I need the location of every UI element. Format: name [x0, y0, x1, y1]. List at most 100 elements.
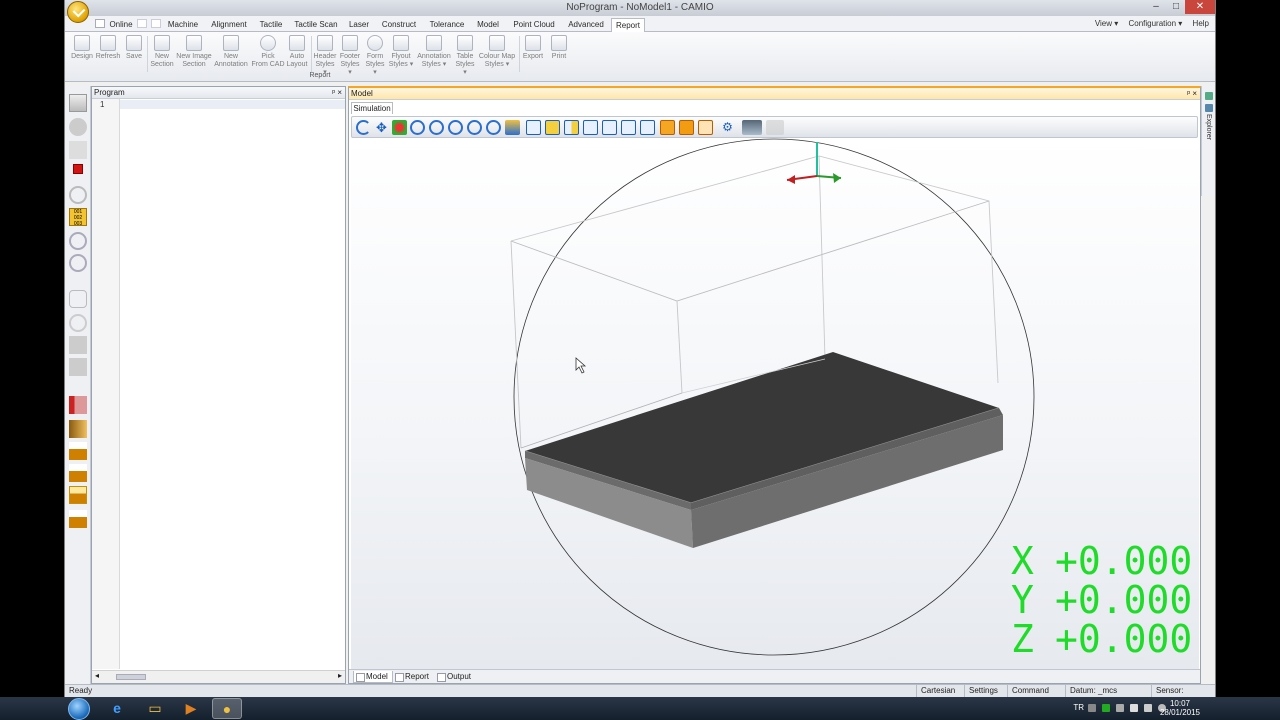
start-button-icon[interactable] — [68, 698, 90, 720]
header-styles-button[interactable]: Header Styles ▾ — [313, 35, 337, 77]
view-top-icon[interactable] — [583, 120, 598, 135]
tab-laser[interactable]: Laser — [345, 18, 373, 32]
zoom-in-icon[interactable] — [448, 120, 463, 135]
tab-report-view[interactable]: Report — [393, 671, 429, 682]
refresh-button[interactable]: Refresh — [95, 35, 121, 61]
scroll-left-icon[interactable]: ◂ — [95, 671, 99, 680]
tab-report[interactable]: Report — [611, 18, 645, 32]
status-settings[interactable]: Settings — [964, 685, 1006, 697]
zoom-out-icon[interactable] — [467, 120, 482, 135]
form-styles-button[interactable]: Form Styles ▾ — [363, 35, 387, 77]
status-command[interactable]: Command — [1007, 685, 1063, 697]
stop-icon[interactable] — [73, 164, 83, 174]
tray-arrow-icon[interactable] — [1088, 704, 1096, 712]
file-explorer-icon[interactable]: ▭ — [140, 698, 170, 719]
3d-viewport[interactable]: X +0.000 Y +0.000 Z +0.000 — [351, 138, 1199, 670]
app-menu-orb-icon[interactable] — [67, 1, 89, 23]
machine-icon[interactable]: ⚙ — [720, 120, 735, 135]
new-section-button[interactable]: New Section — [149, 35, 175, 69]
tab-advanced[interactable]: Advanced — [565, 18, 607, 32]
tab-simulation[interactable]: Simulation — [351, 102, 393, 114]
measure-plane-icon[interactable] — [69, 442, 87, 460]
flyout-styles-button[interactable]: Flyout Styles ▾ — [388, 35, 414, 69]
tab-model[interactable]: Model — [473, 18, 503, 32]
table-styles-button[interactable]: Table Styles ▾ — [453, 35, 477, 77]
tab-tactile-scan[interactable]: Tactile Scan — [291, 18, 341, 32]
language-indicator[interactable]: TR — [1073, 703, 1084, 712]
new-annotation-button[interactable]: New Annotation — [213, 35, 249, 69]
tab-online[interactable]: Online — [105, 18, 137, 32]
redo-icon[interactable] — [151, 19, 161, 28]
print-button[interactable]: Print — [547, 35, 571, 61]
search-icon[interactable] — [69, 254, 87, 272]
save-button[interactable]: Save — [121, 35, 147, 61]
rotate-icon[interactable] — [356, 120, 371, 135]
horizontal-scrollbar[interactable]: ◂ ▸ — [92, 670, 345, 683]
view-front-icon[interactable] — [545, 120, 560, 135]
view-back-icon[interactable] — [602, 120, 617, 135]
tray-device-icon[interactable] — [1116, 704, 1124, 712]
pick-from-cad-button[interactable]: Pick From CAD — [251, 35, 285, 69]
view-bottom-icon[interactable] — [640, 120, 655, 135]
zoom-previous-icon[interactable] — [486, 120, 501, 135]
minimize-button[interactable]: – — [1147, 0, 1165, 14]
probe-circle-icon[interactable] — [69, 314, 87, 332]
media-player-icon[interactable]: ▶ — [176, 698, 206, 719]
spin-icon[interactable] — [392, 120, 407, 135]
zoom-icon[interactable] — [69, 232, 87, 250]
play-icon[interactable] — [69, 118, 87, 136]
close-button[interactable]: ✕ — [1185, 0, 1215, 14]
close-panel-icon[interactable]: × — [337, 88, 342, 97]
scroll-right-icon[interactable]: ▸ — [338, 671, 342, 680]
tab-model-view[interactable]: Model — [353, 671, 393, 683]
tab-tolerance[interactable]: Tolerance — [425, 18, 469, 32]
tab-machine[interactable]: Machine — [163, 18, 203, 32]
probe-head-icon[interactable] — [69, 336, 87, 354]
tab-tactile[interactable]: Tactile — [255, 18, 287, 32]
maximize-button[interactable]: □ — [1167, 0, 1185, 14]
measure-point-icon[interactable] — [69, 396, 87, 414]
help-menu[interactable]: Help — [1193, 19, 1209, 28]
measure-circle-icon[interactable] — [69, 464, 87, 482]
measure-line-icon[interactable] — [69, 420, 87, 438]
wireframe-icon[interactable] — [698, 120, 713, 135]
configuration-menu[interactable]: Configuration ▾ — [1128, 19, 1182, 28]
zoom-window-icon[interactable] — [410, 120, 425, 135]
record-icon[interactable] — [69, 186, 87, 204]
new-image-section-button[interactable]: New Image Section — [175, 35, 213, 69]
capture-icon[interactable] — [742, 120, 762, 135]
step-icon[interactable] — [69, 141, 87, 159]
colour-map-styles-button[interactable]: Colour Map Styles ▾ — [477, 35, 517, 69]
camio-taskbar-icon[interactable]: ● — [212, 698, 242, 719]
tab-output-view[interactable]: Output — [435, 671, 471, 682]
select-icon[interactable] — [505, 120, 520, 135]
save-program-icon[interactable] — [69, 94, 87, 112]
status-datum[interactable]: Datum: _mcs — [1065, 685, 1147, 697]
online-checkbox-icon[interactable] — [95, 19, 105, 28]
tab-construct[interactable]: Construct — [377, 18, 421, 32]
tray-security-icon[interactable] — [1102, 704, 1110, 712]
program-editor[interactable] — [120, 100, 345, 109]
tab-point-cloud[interactable]: Point Cloud — [507, 18, 561, 32]
status-mode[interactable]: Cartesian — [916, 685, 966, 697]
measure-cone-icon[interactable] — [69, 510, 87, 528]
view-left-icon[interactable] — [621, 120, 636, 135]
shaded-icon[interactable] — [660, 120, 675, 135]
view-iso-icon[interactable] — [526, 120, 541, 135]
clock[interactable]: 10:07 28/01/2015 — [1150, 699, 1210, 717]
probe-query-icon[interactable] — [69, 290, 87, 308]
internet-explorer-icon[interactable]: e — [102, 698, 132, 719]
export-button[interactable]: Export — [521, 35, 545, 61]
scrollbar-thumb[interactable] — [116, 674, 146, 680]
explorer-sidebar[interactable]: Explorer — [1201, 86, 1215, 196]
pin-icon[interactable]: ᵖ — [1187, 89, 1190, 98]
network-icon[interactable] — [1130, 704, 1138, 712]
zoom-fit-icon[interactable] — [429, 120, 444, 135]
close-panel-icon[interactable]: × — [1192, 89, 1197, 98]
auto-layout-button[interactable]: Auto Layout — [285, 35, 309, 69]
undo-icon[interactable] — [137, 19, 147, 28]
line-numbers-icon[interactable]: 001 002 003 — [69, 208, 87, 227]
footer-styles-button[interactable]: Footer Styles ▾ — [338, 35, 362, 77]
tab-alignment[interactable]: Alignment — [207, 18, 251, 32]
probe-change-icon[interactable] — [69, 358, 87, 376]
